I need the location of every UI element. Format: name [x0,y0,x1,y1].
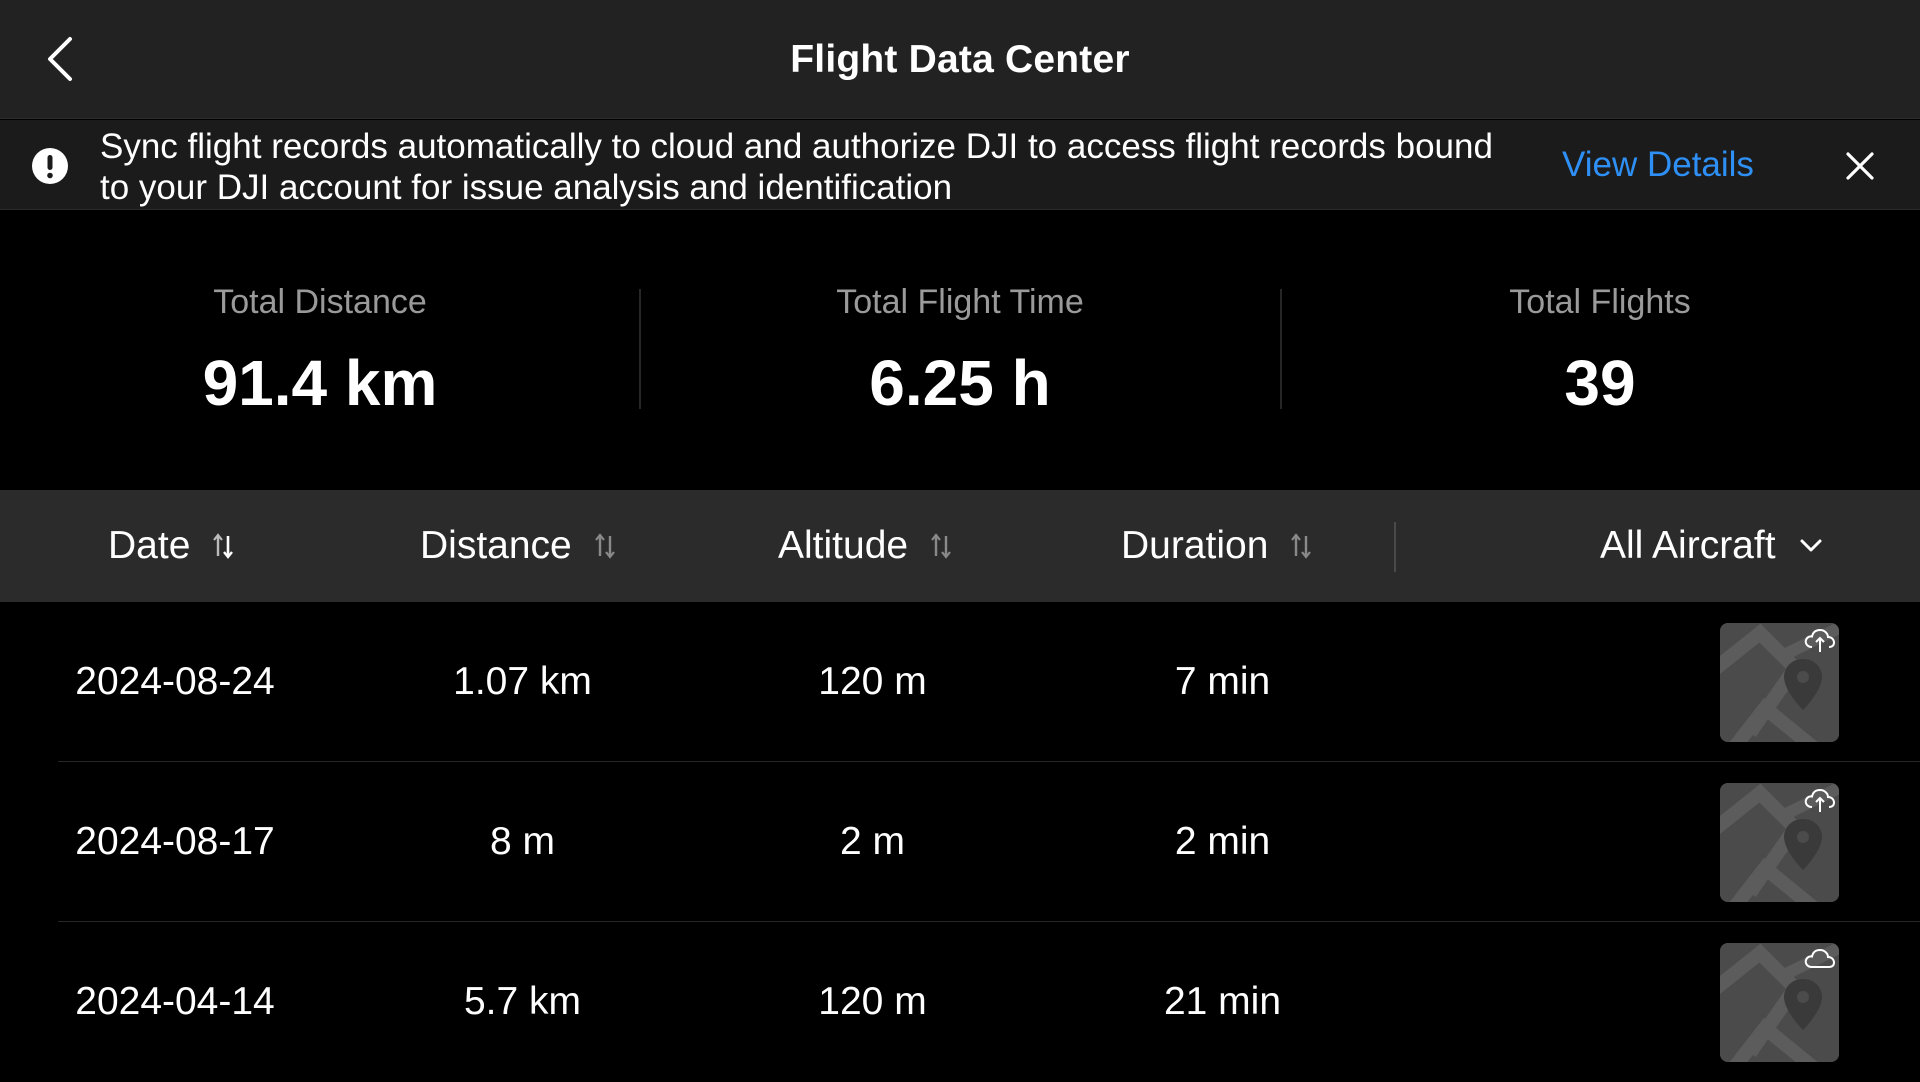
header-bar: Flight Data Center [0,0,1920,119]
record-date: 2024-08-17 [75,820,275,863]
chevron-down-icon [1800,539,1822,552]
sort-icon [1291,533,1312,559]
record-distance: 8 m [489,820,555,863]
flight-stats: Total Distance 91.4 km Total Flight Time… [0,211,1920,490]
record-altitude: 2 m [839,820,905,863]
column-label-distance: Distance [420,524,572,567]
sort-icon [594,533,615,559]
stat-total-flights: Total Flights 39 [1280,211,1920,490]
record-date: 2024-04-14 [75,980,275,1023]
column-label-date: Date [108,524,191,567]
close-icon [1846,152,1874,180]
flight-map-thumbnail[interactable] [1720,783,1839,902]
table-header: Date Distance Altitude Duration All Airc… [0,490,1920,602]
record-altitude: 120 m [818,980,927,1023]
stat-value: 6.25 h [869,347,1051,419]
sort-icon [931,533,951,559]
view-details-link[interactable]: View Details [1562,120,1754,210]
record-duration: 21 min [1163,980,1282,1023]
stat-label: Total Distance [213,283,427,321]
page-title: Flight Data Center [790,37,1130,81]
banner-close-button[interactable] [1840,146,1880,186]
flight-map-thumbnail[interactable] [1720,943,1839,1062]
record-duration: 2 min [1174,820,1271,863]
column-label-altitude: Altitude [778,524,909,567]
cloud-icon [1804,948,1836,968]
record-duration: 7 min [1174,660,1271,703]
stat-label: Total Flight Time [836,283,1084,321]
record-altitude: 120 m [818,660,927,703]
stat-value: 39 [1564,347,1636,419]
flight-record-list: 2024-08-24 1.07 km 120 m 7 min 2024-08-1… [0,602,1920,1082]
stat-value: 91.4 km [202,347,438,419]
flight-map-thumbnail[interactable] [1720,623,1839,742]
cloud-upload-icon [1804,628,1836,652]
flight-record-row[interactable]: 2024-08-17 8 m 2 m 2 min [0,762,1920,922]
banner-message: Sync flight records automatically to clo… [100,127,1493,207]
column-divider [1394,522,1396,572]
sort-by-duration-button[interactable]: Duration [1121,490,1312,602]
cloud-upload-icon [1804,788,1836,812]
aircraft-filter-label: All Aircraft [1600,524,1776,567]
sort-by-altitude-button[interactable]: Altitude [778,490,952,602]
flight-record-row[interactable]: 2024-04-14 5.7 km 120 m 21 min [0,922,1920,1082]
stat-label: Total Flights [1509,283,1691,321]
sort-by-distance-button[interactable]: Distance [420,490,616,602]
warning-icon [32,148,68,184]
sort-by-date-button[interactable]: Date [108,490,234,602]
sync-banner: Sync flight records automatically to clo… [0,120,1920,210]
aircraft-filter-dropdown[interactable]: All Aircraft [1600,490,1824,602]
stat-total-distance: Total Distance 91.4 km [0,211,640,490]
record-date: 2024-08-24 [75,660,275,703]
stat-total-flight-time: Total Flight Time 6.25 h [640,211,1280,490]
sort-icon [213,533,234,559]
record-distance: 5.7 km [463,980,582,1023]
record-distance: 1.07 km [453,660,592,703]
column-label-duration: Duration [1121,524,1269,567]
flight-record-row[interactable]: 2024-08-24 1.07 km 120 m 7 min [0,602,1920,762]
